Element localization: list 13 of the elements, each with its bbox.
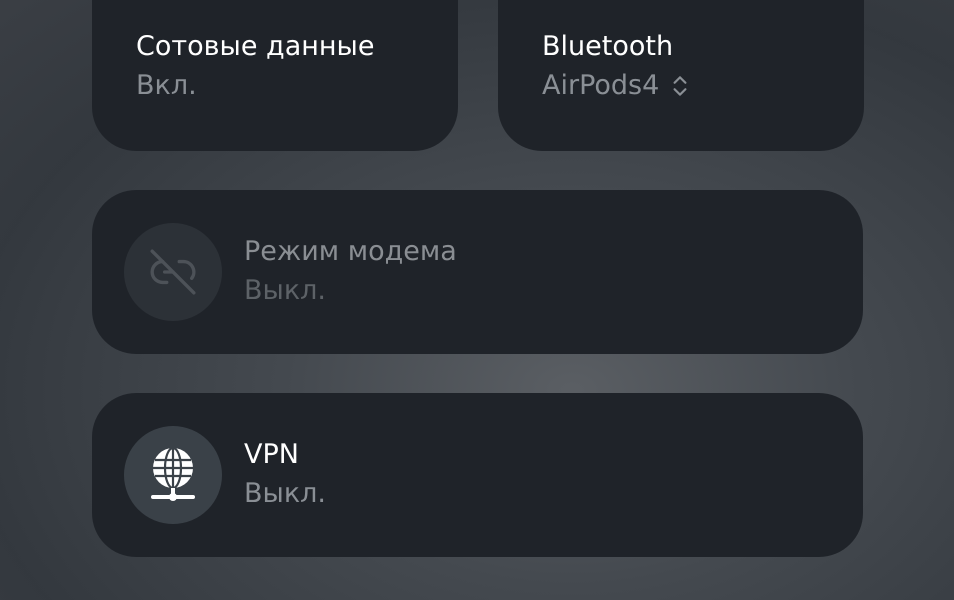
globe-network-icon <box>149 446 197 504</box>
tile-status: AirPods4 <box>542 69 660 103</box>
tile-title: Сотовые данные <box>136 30 376 64</box>
tile-title: Режим модема <box>244 235 457 269</box>
control-tile[interactable]: Сотовые данные Вкл. <box>92 0 458 151</box>
tile-title: VPN <box>244 438 300 472</box>
broken-link-icon <box>148 247 198 297</box>
tile-status: Выкл. <box>244 477 326 511</box>
control-tile[interactable]: VPN Выкл. <box>92 393 863 557</box>
control-tile[interactable]: Bluetooth AirPods4 <box>498 0 864 151</box>
tile-status: Выкл. <box>244 274 327 308</box>
tile-status: Вкл. <box>136 69 197 103</box>
tile-title: Bluetooth <box>542 30 674 64</box>
